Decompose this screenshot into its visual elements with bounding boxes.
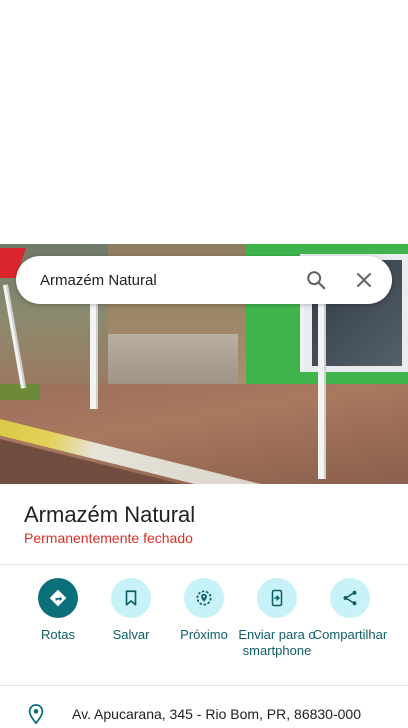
- divider: [0, 685, 408, 686]
- action-bar: Rotas Salvar Próximo Enviar para o smart…: [0, 578, 408, 678]
- save-button[interactable]: Salvar: [91, 578, 171, 643]
- share-icon: [330, 578, 370, 618]
- photo-ramp: [108, 334, 238, 384]
- photo-pole: [2, 284, 27, 389]
- photo-pole: [90, 294, 98, 409]
- send-to-phone-button[interactable]: Enviar para o smartphone: [237, 578, 317, 659]
- maps-place-screen: Armazém Natural Armazém Natural Permanen…: [0, 0, 408, 728]
- close-icon[interactable]: [340, 256, 388, 304]
- status-badge: Permanentemente fechado: [24, 530, 193, 546]
- save-label: Salvar: [112, 627, 150, 642]
- divider: [0, 564, 408, 565]
- location-pin-icon: [24, 702, 48, 726]
- send-to-phone-label: Enviar para o smartphone: [238, 627, 316, 658]
- nearby-label: Próximo: [180, 627, 228, 642]
- place-title: Armazém Natural: [24, 502, 196, 527]
- directions-label: Rotas: [41, 627, 75, 642]
- bookmark-icon: [111, 578, 151, 618]
- search-input[interactable]: Armazém Natural: [16, 272, 292, 289]
- search-icon[interactable]: [292, 256, 340, 304]
- share-label: Compartilhar: [312, 627, 388, 642]
- directions-icon: [38, 578, 78, 618]
- search-bar[interactable]: Armazém Natural: [16, 256, 392, 304]
- photo-pole: [318, 294, 326, 479]
- address-text: Av. Apucarana, 345 - Rio Bom, PR, 86830-…: [72, 706, 361, 722]
- address-row[interactable]: Av. Apucarana, 345 - Rio Bom, PR, 86830-…: [0, 700, 408, 728]
- send-to-phone-icon: [257, 578, 297, 618]
- nearby-icon: [184, 578, 224, 618]
- nearby-button[interactable]: Próximo: [164, 578, 244, 643]
- share-button[interactable]: Compartilhar: [310, 578, 390, 643]
- directions-button[interactable]: Rotas: [18, 578, 98, 643]
